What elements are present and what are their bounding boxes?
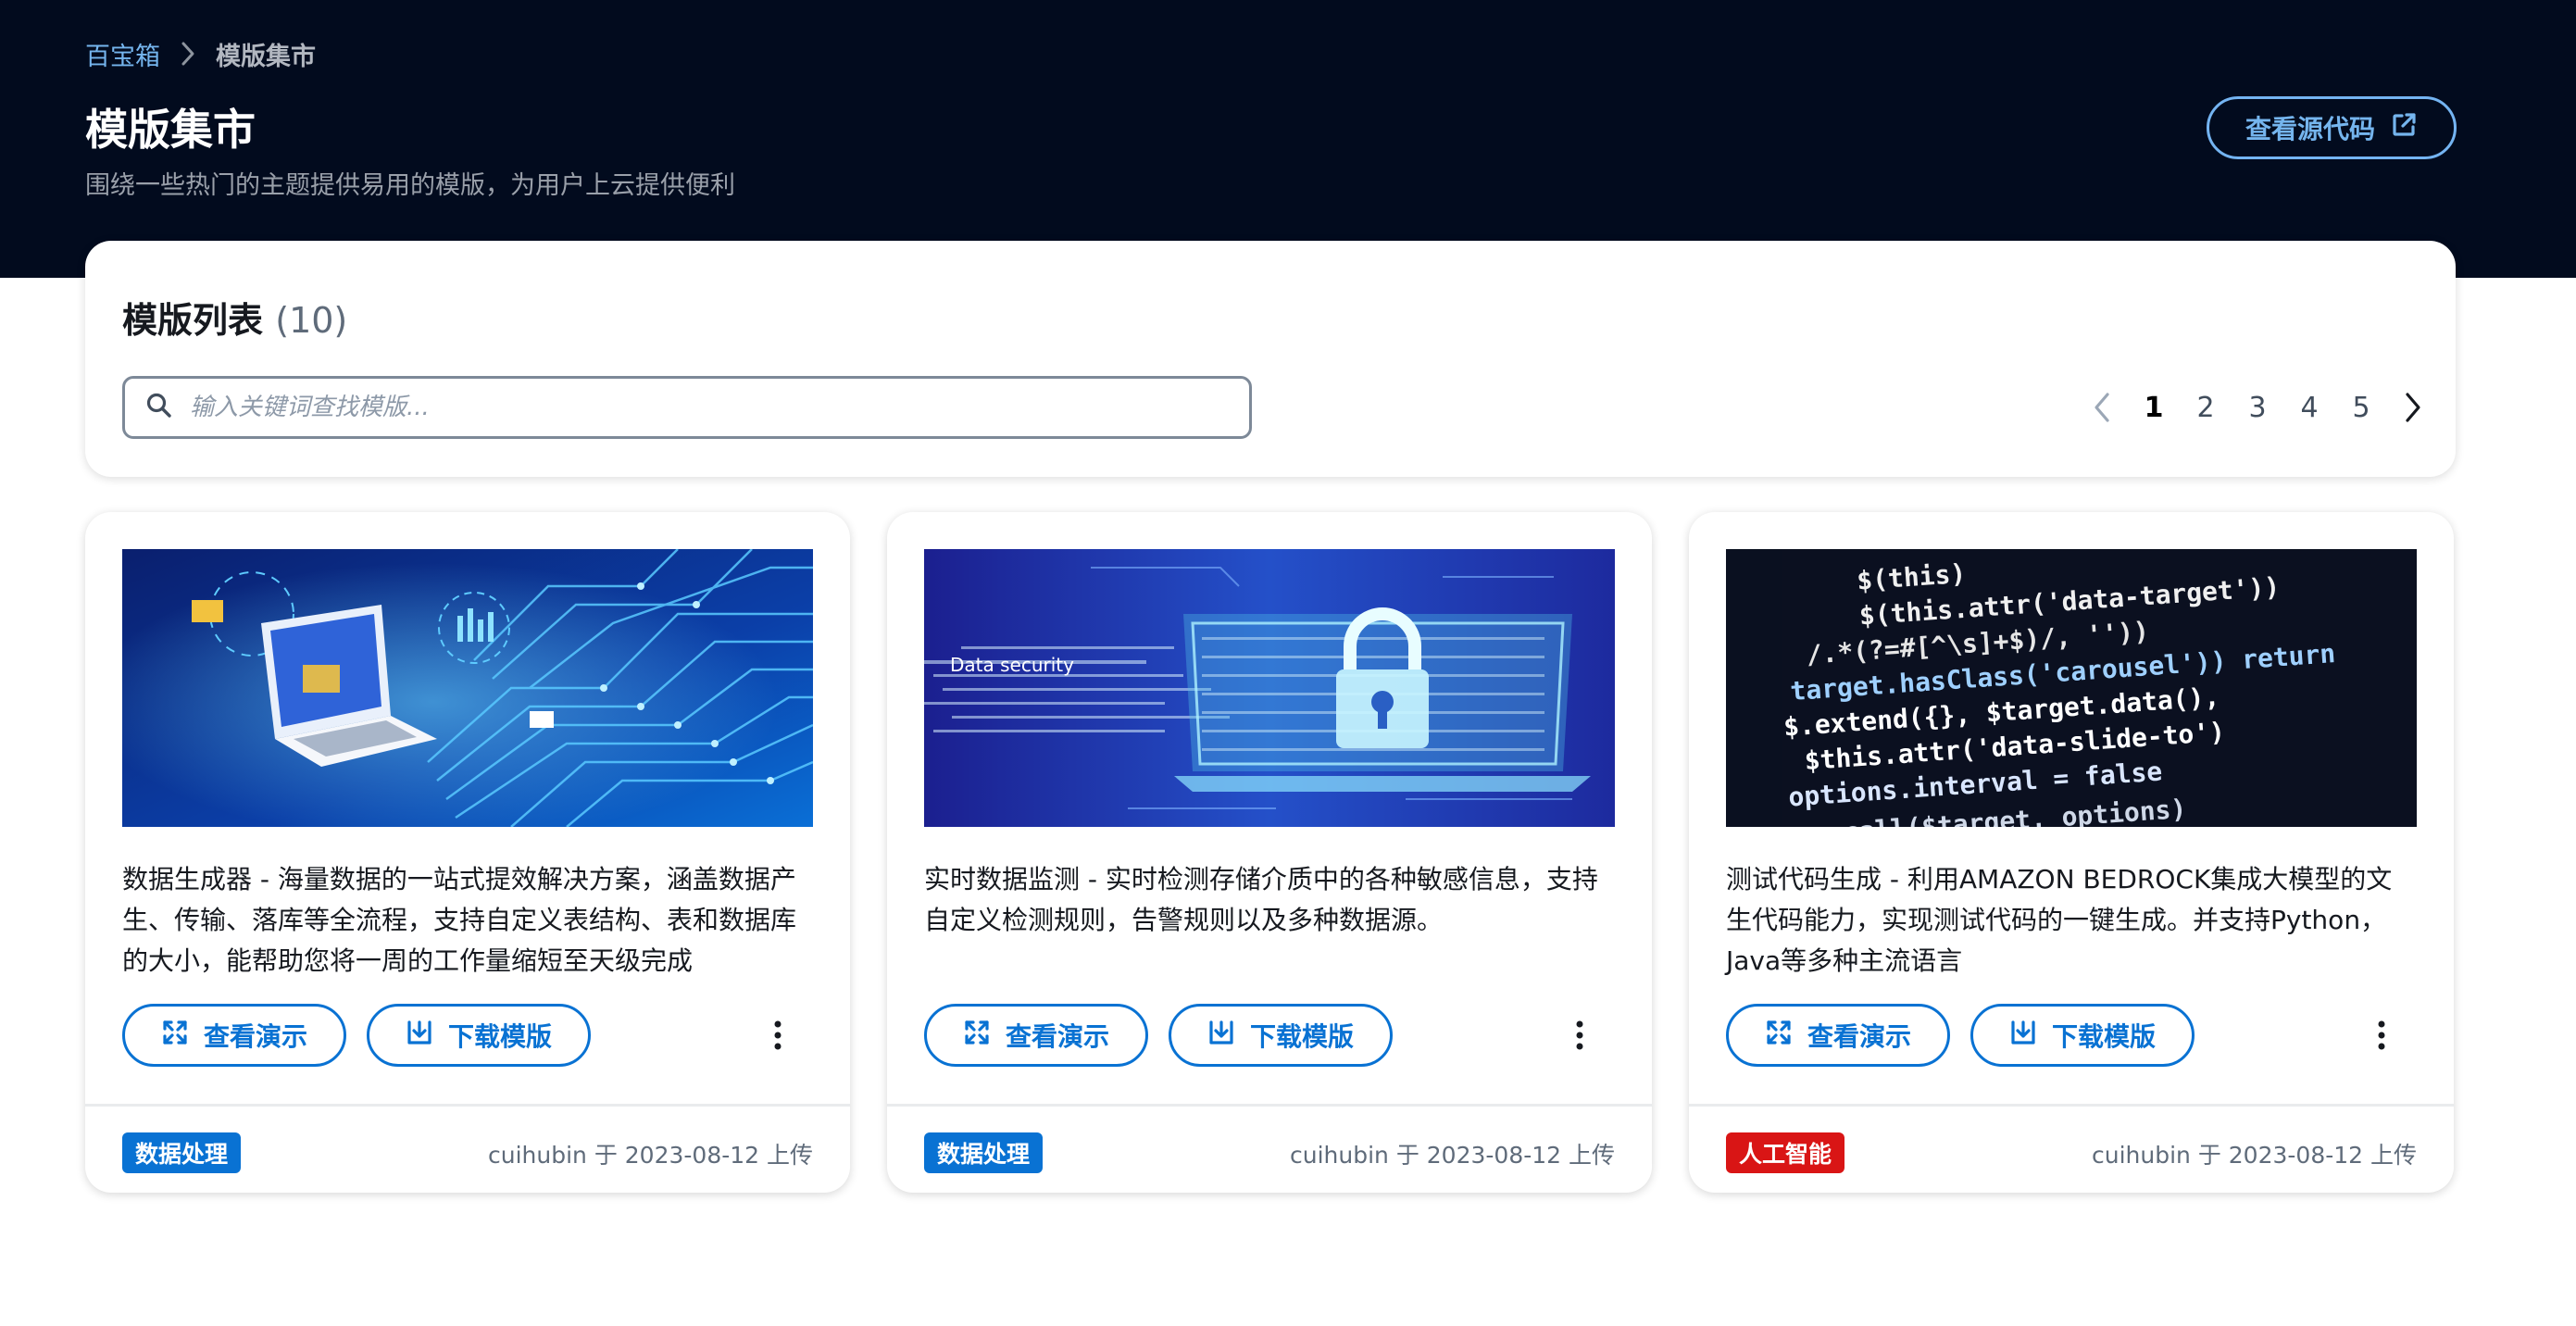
breadcrumb-current: 模版集市 [216,42,316,71]
vertical-dots-icon[interactable] [1561,1012,1598,1058]
uploader-info: cuihubin 于 2023-08-12 上传 [2091,1142,2417,1169]
page-number-2[interactable]: 2 [2180,392,2232,424]
page-number-1[interactable]: 1 [2128,392,2180,424]
page-subtitle: 围绕一些热门的主题提供易用的模版，为用户上云提供便利 [85,171,735,200]
card-divider [85,1104,850,1107]
template-card: Data security 实时数据监测 - 实时检测存储介质中的各种敏感信息，… [887,512,1652,1193]
pagination: 1 2 3 4 5 [2076,380,2439,435]
vertical-dots-icon[interactable] [759,1012,796,1058]
search-input[interactable] [190,394,1249,421]
download-icon [1207,1019,1235,1053]
template-list-panel: 模版列表 (10) 1 2 3 4 5 [85,241,2456,477]
external-link-icon [2390,111,2418,145]
list-title-text: 模版列表 [122,300,264,341]
view-demo-button[interactable]: 查看演示 [122,1004,346,1067]
search-icon [145,392,173,423]
template-card: 数据生成器 - 海量数据的一站式提效解决方案，涵盖数据产生、传输、落库等全流程，… [85,512,850,1193]
category-badge: 人工智能 [1726,1132,1845,1173]
download-icon [2009,1019,2037,1053]
page-header [0,0,2576,278]
image-caption: Data security [950,654,1074,676]
list-count: (10) [275,300,348,341]
expand-icon [161,1019,189,1053]
page-title: 模版集市 [85,105,256,155]
page-number-4[interactable]: 4 [2283,392,2335,424]
card-image-data-security: Data security [924,549,1615,827]
chevron-right-icon[interactable] [2387,392,2439,423]
view-source-label: 查看源代码 [2245,114,2375,144]
download-icon [406,1019,433,1053]
chevron-right-icon [181,41,195,67]
vertical-dots-icon[interactable] [2363,1012,2400,1058]
category-badge: 数据处理 [924,1132,1044,1173]
card-description: 数据生成器 - 海量数据的一站式提效解决方案，涵盖数据产生、传输、落库等全流程，… [122,864,797,976]
uploader-info: cuihubin 于 2023-08-12 上传 [487,1142,813,1169]
page-number-5[interactable]: 5 [2335,392,2387,424]
download-template-label: 下载模版 [2051,1021,2156,1052]
uploader-info: cuihubin 于 2023-08-12 上传 [1289,1142,1615,1169]
download-template-button[interactable]: 下载模版 [1169,1004,1393,1067]
view-demo-label: 查看演示 [203,1021,307,1052]
expand-icon [963,1019,991,1053]
card-divider [1689,1104,2454,1107]
category-badge: 数据处理 [122,1132,242,1173]
chevron-left-icon[interactable] [2076,392,2128,423]
download-template-label: 下载模版 [1249,1021,1354,1052]
card-image-code: $(this) $(this.attr('data-target')) /.*(… [1726,549,2417,827]
download-template-label: 下载模版 [447,1021,552,1052]
download-template-button[interactable]: 下载模版 [367,1004,591,1067]
card-image-data-generator [122,549,813,827]
view-demo-button[interactable]: 查看演示 [924,1004,1148,1067]
card-description: 实时数据监测 - 实时检测存储介质中的各种敏感信息，支持自定义检测规则，告警规则… [924,864,1598,935]
template-card: $(this) $(this.attr('data-target')) /.*(… [1689,512,2454,1193]
view-source-button[interactable]: 查看源代码 [2207,96,2457,159]
card-divider [887,1104,1652,1107]
expand-icon [1765,1019,1793,1053]
download-template-button[interactable]: 下载模版 [1970,1004,2195,1067]
view-demo-label: 查看演示 [1807,1021,1911,1052]
search-box[interactable] [122,376,1252,439]
list-title: 模版列表 (10) [122,292,347,343]
view-demo-button[interactable]: 查看演示 [1726,1004,1950,1067]
view-demo-label: 查看演示 [1005,1021,1109,1052]
card-description: 测试代码生成 - 利用AMAZON BEDROCK集成大模型的文生代码能力，实现… [1726,864,2393,976]
breadcrumb-root-link[interactable]: 百宝箱 [85,36,160,72]
page-number-3[interactable]: 3 [2232,392,2283,424]
breadcrumb: 百宝箱 模版集市 [85,36,316,72]
